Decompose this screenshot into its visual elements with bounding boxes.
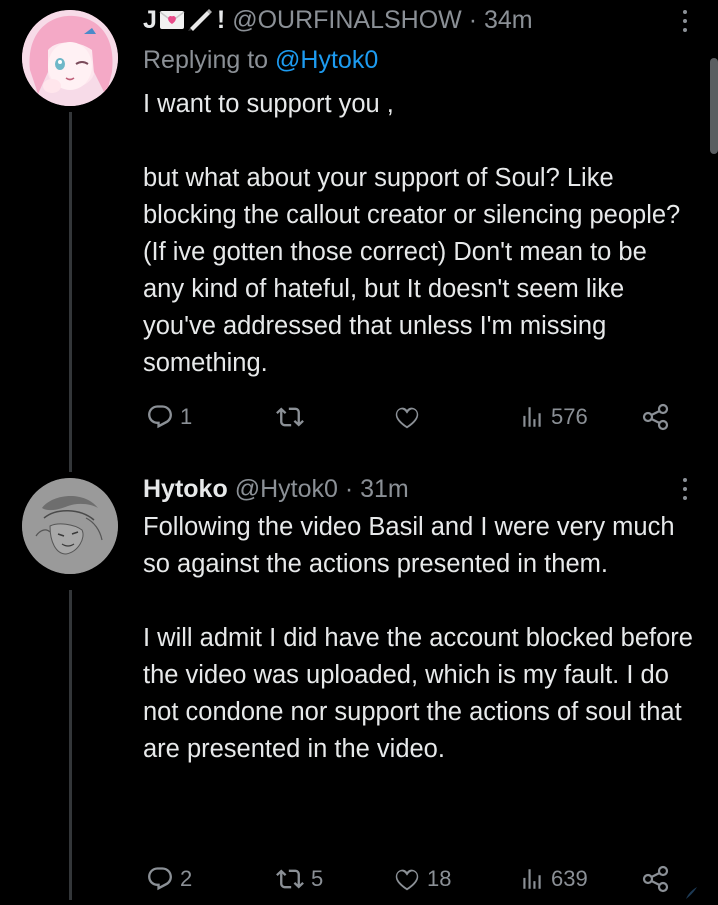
tweet-body-text: I want to support you , but what about y… (143, 90, 681, 377)
replying-to-line: Replying to @Hytok0 (143, 45, 378, 75)
timestamp[interactable]: 34m (484, 6, 533, 34)
handle-hytoko[interactable]: @Hytok0 (235, 475, 338, 503)
heart-icon (395, 869, 419, 891)
retweet-count: 5 (311, 866, 324, 891)
handle-ourfinalshow[interactable]: @OURFINALSHOW (232, 6, 462, 34)
reply-count: 2 (180, 866, 193, 891)
tweet-reply-hytoko[interactable]: Hytoko @Hytok0 · 31m Following the video… (0, 460, 718, 900)
replying-to-label: Replying to (143, 46, 276, 74)
share-button[interactable] (641, 862, 671, 896)
display-name-hytoko[interactable]: Hytoko (143, 475, 228, 503)
avatar-ourfinalshow[interactable] (22, 10, 118, 106)
tweet-reply-ourfinalshow[interactable]: J ! @OURFINALSHOW · 34m Replying to @Hyt… (0, 0, 718, 460)
share-icon (642, 865, 669, 893)
reply-button[interactable]: 2 (146, 862, 192, 896)
like-count: 18 (427, 866, 452, 891)
more-options-button[interactable] (682, 478, 688, 505)
views-chart-icon (523, 407, 541, 427)
like-button[interactable] (393, 400, 427, 434)
views-chart-icon (523, 869, 541, 889)
more-vertical-icon-dot (683, 487, 687, 491)
tweet-action-bar: 2 5 18 639 (143, 862, 683, 896)
share-icon (642, 403, 669, 431)
views-button[interactable]: 639 (519, 862, 588, 896)
tweet-header: Hytoko @Hytok0 · 31m (143, 474, 409, 504)
replying-to-mention-link[interactable]: @Hytok0 (275, 46, 378, 74)
avatar-hytoko[interactable] (22, 478, 118, 574)
views-count: 639 (551, 866, 588, 891)
retweet-button[interactable] (275, 400, 311, 434)
reply-count: 1 (180, 404, 193, 429)
reply-icon (148, 867, 172, 891)
separator-dot: · (468, 6, 478, 34)
tweet-action-bar: 1 576 (143, 400, 683, 434)
views-button[interactable]: 576 (519, 400, 588, 434)
reply-icon (148, 405, 172, 429)
heart-icon (395, 407, 419, 429)
timestamp[interactable]: 31m (360, 475, 409, 503)
share-button[interactable] (641, 400, 671, 434)
retweet-button[interactable]: 5 (275, 862, 323, 896)
separator-dot: · (344, 475, 354, 503)
more-options-button[interactable] (682, 10, 688, 37)
more-vertical-icon (683, 10, 687, 14)
display-name-suffix: ! (216, 6, 226, 34)
tweet-header: J ! @OURFINALSHOW · 34m (143, 5, 533, 38)
tweet-body-text: Following the video Basil and I were ver… (143, 513, 693, 763)
reply-button[interactable]: 1 (146, 400, 192, 434)
pen-emoji (187, 7, 213, 38)
more-vertical-icon-dot (683, 19, 687, 23)
display-name-ourfinalshow[interactable]: J ! (143, 6, 232, 34)
more-vertical-icon (683, 478, 687, 482)
love-letter-emoji (159, 8, 185, 38)
like-button[interactable]: 18 (393, 862, 451, 896)
views-count: 576 (551, 404, 588, 429)
more-vertical-icon-dot (683, 28, 687, 32)
compose-feather-icon[interactable] (684, 886, 698, 900)
retweet-icon (276, 869, 304, 889)
display-name-prefix: J (143, 6, 157, 34)
retweet-icon (276, 407, 304, 427)
more-vertical-icon-dot (683, 496, 687, 500)
